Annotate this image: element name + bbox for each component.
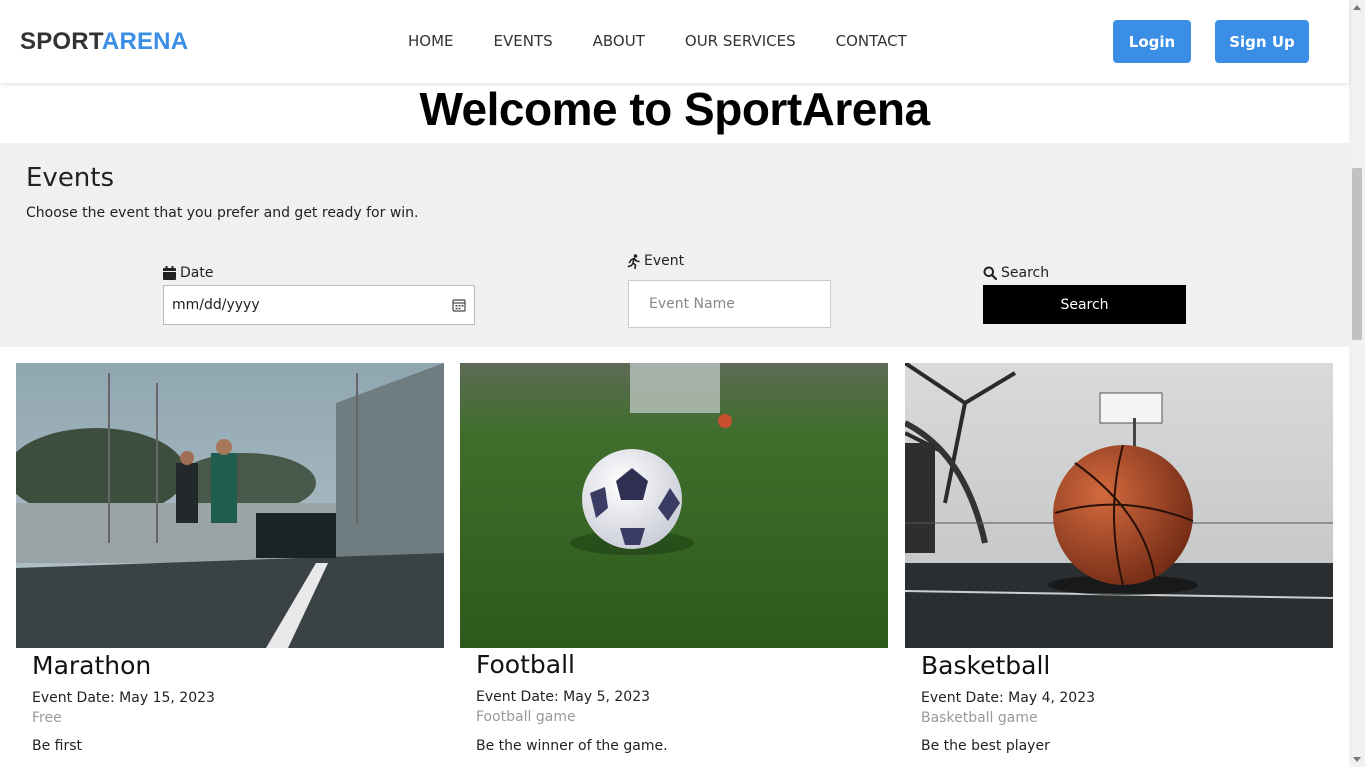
card-description: Be the best player (921, 738, 1050, 754)
nav-contact[interactable]: CONTACT (836, 32, 907, 50)
scroll-down-arrow-icon[interactable] (1353, 757, 1361, 762)
nav-our-services[interactable]: OUR SERVICES (685, 32, 796, 50)
date-label: Date (163, 265, 213, 281)
event-card-marathon[interactable]: Marathon Event Date: May 15, 2023 Free B… (16, 363, 444, 767)
date-input-value: mm/dd/yyyy (172, 297, 260, 313)
basketball-photo (905, 363, 1333, 648)
calendar-icon (163, 266, 176, 280)
scroll-up-arrow-icon[interactable] (1353, 5, 1361, 10)
signup-button[interactable]: Sign Up (1215, 20, 1309, 63)
card-title: Basketball (921, 651, 1051, 680)
nav-about[interactable]: ABOUT (593, 32, 645, 50)
events-search-section: Events Choose the event that you prefer … (0, 143, 1349, 347)
search-label-text: Search (1001, 265, 1050, 281)
card-category: Basketball game (921, 710, 1038, 726)
events-subtitle: Choose the event that you prefer and get… (26, 205, 419, 221)
runner-icon (627, 253, 640, 269)
football-photo (460, 363, 888, 648)
card-category: Free (32, 710, 62, 726)
event-card-basketball[interactable]: Basketball Event Date: May 4, 2023 Baske… (905, 363, 1333, 767)
date-input[interactable]: mm/dd/yyyy (163, 285, 475, 325)
event-label: Event (627, 253, 684, 269)
date-label-text: Date (180, 265, 214, 281)
card-title: Football (476, 650, 575, 679)
card-date: Event Date: May 5, 2023 (476, 689, 651, 705)
event-label-text: Event (644, 253, 685, 269)
calendar-picker-icon[interactable] (452, 298, 466, 312)
card-description: Be first (32, 738, 83, 754)
page-title: Welcome to SportArena (419, 83, 930, 135)
search-button[interactable]: Search (983, 285, 1186, 324)
scroll-thumb[interactable] (1352, 168, 1362, 340)
card-description: Be the winner of the game. (476, 738, 668, 754)
card-category: Football game (476, 709, 576, 725)
login-button[interactable]: Login (1113, 20, 1191, 63)
card-date: Event Date: May 15, 2023 (32, 690, 215, 706)
search-icon (983, 266, 997, 280)
marathon-photo (16, 363, 444, 648)
search-label: Search (983, 265, 1049, 281)
event-card-football[interactable]: Football Event Date: May 5, 2023 Footbal… (460, 363, 888, 767)
logo[interactable]: SPORTARENA (20, 28, 188, 56)
page-scrollbar[interactable] (1349, 0, 1365, 767)
event-name-input[interactable] (628, 280, 831, 328)
nav-home[interactable]: HOME (408, 32, 454, 50)
main-nav: HOME EVENTS ABOUT OUR SERVICES CONTACT (408, 32, 907, 50)
card-title: Marathon (32, 651, 152, 680)
card-date: Event Date: May 4, 2023 (921, 690, 1096, 706)
navbar: SPORTARENA HOME EVENTS ABOUT OUR SERVICE… (0, 0, 1349, 83)
nav-events[interactable]: EVENTS (494, 32, 553, 50)
events-heading: Events (26, 163, 115, 193)
logo-arena: ARENA (101, 28, 189, 55)
logo-sport: SPORT (20, 28, 102, 55)
